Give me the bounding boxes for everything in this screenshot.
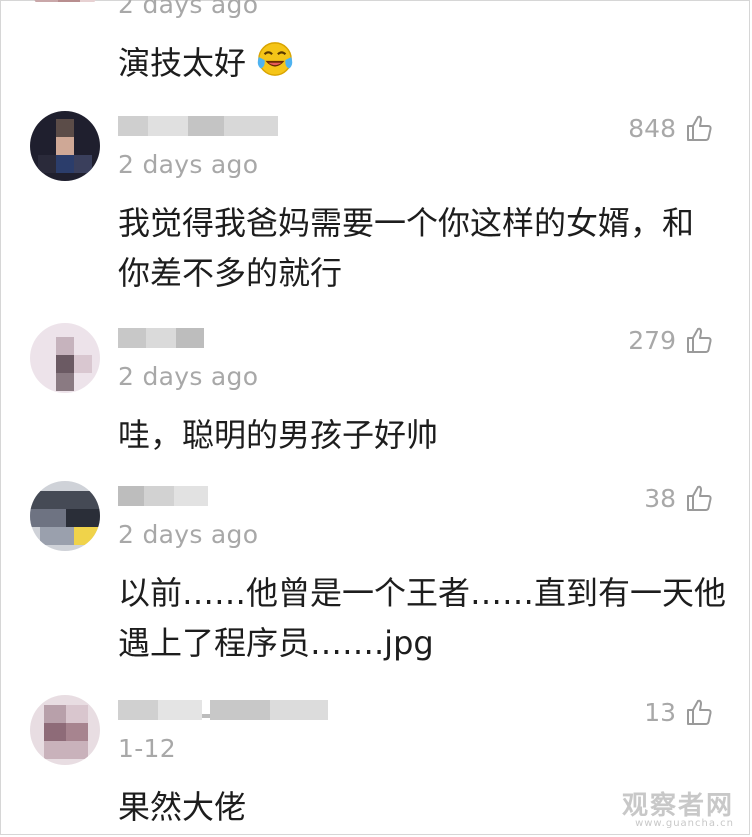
comment-text: 我觉得我爸妈需要一个你这样的女婿，和 你差不多的就行: [118, 198, 694, 298]
like-button[interactable]: 38: [644, 481, 714, 515]
avatar[interactable]: [30, 481, 100, 551]
like-count: 13: [644, 697, 676, 727]
avatar[interactable]: [30, 111, 100, 181]
comment-text: 以前……他曾是一个王者……直到有一天他 遇上了程序员…….jpg: [118, 568, 726, 668]
watermark-sub: www.guancha.cn: [635, 818, 734, 829]
avatar[interactable]: [30, 695, 100, 765]
comment-time: 2 days ago: [118, 0, 259, 19]
comment-text: 哇，聪明的男孩子好帅: [118, 410, 438, 460]
comment-text: 果然大佬: [118, 782, 246, 832]
comment-text-line: 你差不多的就行: [118, 254, 343, 292]
like-button[interactable]: 848: [628, 111, 714, 145]
thumbs-up-icon: [687, 327, 712, 353]
comment-text: 演技太好: [118, 38, 294, 88]
thumbs-up-icon: [687, 115, 712, 141]
site-watermark: 观察者网 www.guancha.cn: [622, 785, 734, 829]
username-blurred[interactable]: [118, 324, 204, 352]
like-count: 848: [628, 113, 676, 143]
username-blurred[interactable]: [118, 482, 208, 510]
like-button[interactable]: 13: [644, 695, 714, 729]
comment-time: 2 days ago: [118, 362, 259, 391]
comment-text-line: 以前……他曾是一个王者……直到有一天他: [118, 574, 727, 612]
like-count: 279: [628, 325, 676, 355]
comment-text-line: 遇上了程序员…….jpg: [118, 624, 434, 662]
laughing-crying-emoji-icon: [257, 42, 293, 76]
username-blurred[interactable]: [118, 112, 278, 140]
thumbs-up-icon: [687, 485, 712, 511]
username-blurred[interactable]: [118, 696, 328, 724]
comment-time: 2 days ago: [118, 150, 259, 179]
like-button[interactable]: 279: [628, 323, 714, 357]
comment-text-line: 果然大佬: [118, 788, 247, 826]
thumbs-up-icon: [687, 699, 712, 725]
comment-text-line: 哇，聪明的男孩子好帅: [118, 416, 439, 454]
avatar[interactable]: [30, 323, 100, 393]
comment-text-line: 演技太好: [118, 44, 247, 82]
comment-text-line: 我觉得我爸妈需要一个你这样的女婿，和: [118, 204, 695, 242]
like-count: 38: [644, 483, 676, 513]
comment-time: 2 days ago: [118, 520, 259, 549]
watermark-main: 观察者网: [621, 791, 734, 821]
comment-time: 1-12: [118, 734, 176, 763]
